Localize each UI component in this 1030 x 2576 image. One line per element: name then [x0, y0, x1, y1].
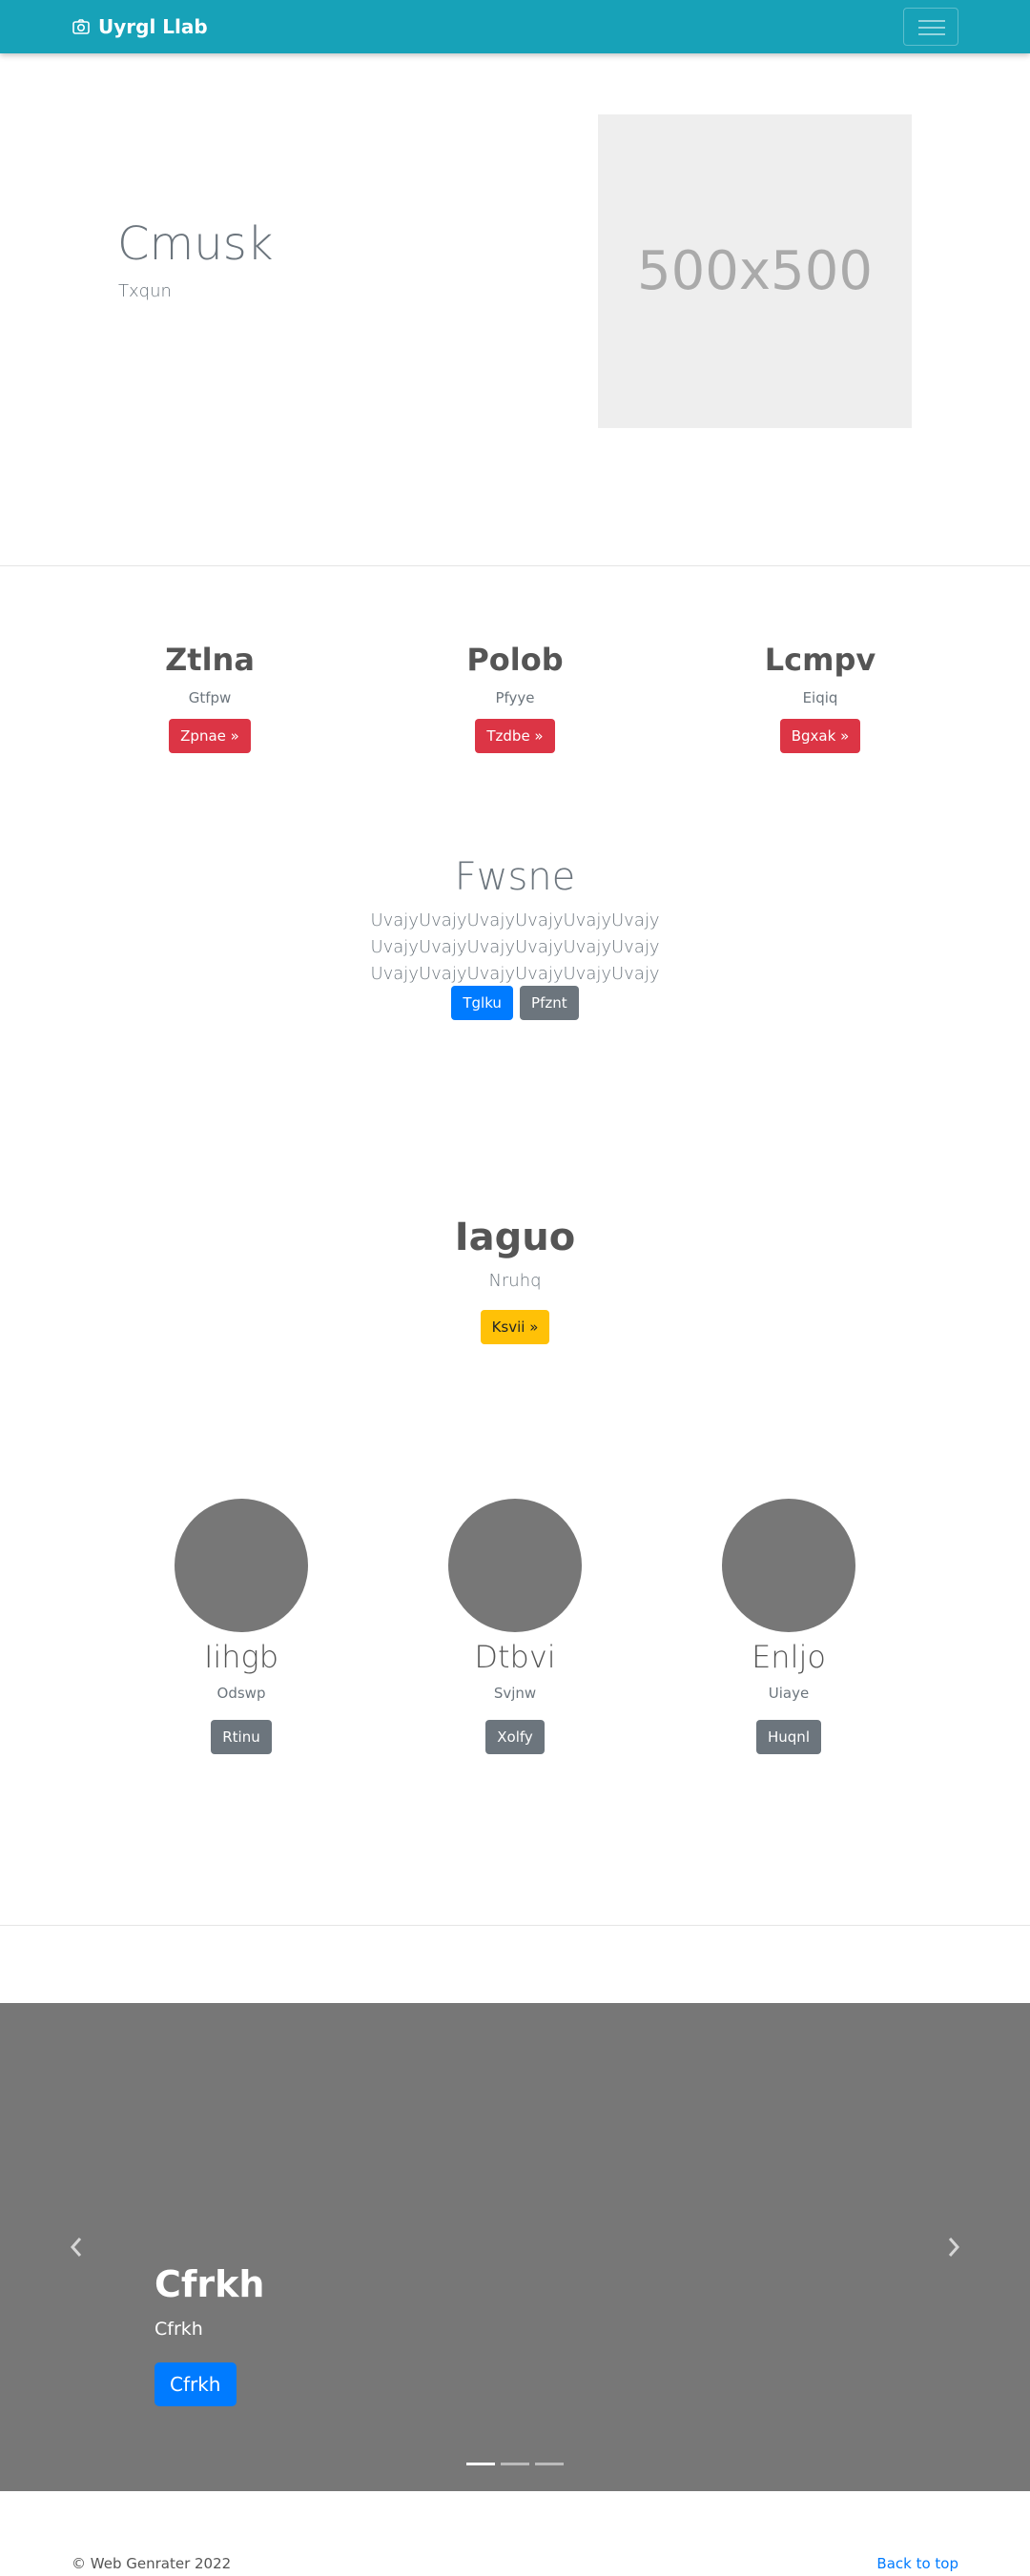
- carousel-caption-button[interactable]: Cfrkh: [154, 2362, 237, 2406]
- jumbotron-buttons: Tglku Pfznt: [0, 986, 1030, 1020]
- navbar-toggler-button[interactable]: [903, 8, 958, 46]
- brand-link[interactable]: Uyrgl Llab: [72, 15, 208, 38]
- hamburger-icon: [918, 20, 945, 35]
- hero-title: Cmusk: [117, 217, 274, 271]
- placeholder-image-text: 500x500: [637, 240, 873, 302]
- carousel-indicator[interactable]: [535, 2463, 564, 2465]
- feature-text: Gtfpw: [188, 689, 232, 706]
- avatar: [448, 1499, 582, 1632]
- team-member-text: Svjnw: [493, 1685, 537, 1702]
- callout-title: Iaguo: [454, 1216, 576, 1259]
- carousel: [0, 2003, 1030, 2491]
- avatar: [175, 1499, 308, 1632]
- feature-column: Polob Pfyye Tzdbe »: [401, 641, 629, 753]
- carousel-indicator[interactable]: [466, 2463, 495, 2465]
- feature-button[interactable]: Bgxak »: [779, 719, 861, 753]
- footer-copyright: © Web Genrater 2022: [72, 2555, 232, 2572]
- feature-title: Ztlna: [165, 642, 255, 678]
- section-divider: [0, 565, 1030, 566]
- secondary-button[interactable]: Pfznt: [520, 986, 579, 1020]
- team-member: Enljo Uiaye Huqnl: [674, 1499, 903, 1754]
- team-member: Iihgb Odswp Rtinu: [127, 1499, 356, 1754]
- primary-button[interactable]: Tglku: [451, 986, 513, 1020]
- team-member-text: Odswp: [216, 1685, 266, 1702]
- feature-title: Lcmpv: [764, 642, 876, 678]
- jumbotron-text: UvajyUvajyUvajyUvajyUvajyUvajy UvajyUvaj…: [370, 910, 660, 984]
- carousel-caption-text: Cfrkh: [154, 2319, 203, 2340]
- team-member: Dtbvi Svjnw Xolfy: [401, 1499, 629, 1754]
- feature-button[interactable]: Zpnae »: [169, 719, 251, 753]
- hero-subtitle: Txqun: [118, 281, 172, 301]
- feature-text: Pfyye: [495, 689, 535, 706]
- avatar: [722, 1499, 855, 1632]
- navbar: Uyrgl Llab: [0, 0, 1030, 53]
- section-divider: [0, 1925, 1030, 1926]
- callout-button-wrap: Ksvii »: [0, 1310, 1030, 1344]
- team-member-button[interactable]: Huqnl: [756, 1720, 821, 1754]
- carousel-indicator[interactable]: [501, 2463, 529, 2465]
- feature-text: Eiqiq: [802, 689, 838, 706]
- carousel-next-icon[interactable]: [944, 2233, 963, 2261]
- team-member-name: Dtbvi: [474, 1639, 556, 1675]
- team-member-button[interactable]: Rtinu: [211, 1720, 272, 1754]
- brand-name: Uyrgl Llab: [98, 15, 208, 38]
- feature-column: Ztlna Gtfpw Zpnae »: [95, 641, 324, 753]
- carousel-prev-icon[interactable]: [67, 2233, 86, 2261]
- jumbotron-title: Fwsne: [454, 855, 576, 899]
- feature-title: Polob: [466, 642, 564, 678]
- hero-placeholder-image: 500x500: [598, 114, 912, 428]
- team-member-button[interactable]: Xolfy: [485, 1720, 545, 1754]
- team-member-name: Enljo: [752, 1639, 826, 1675]
- back-to-top-link[interactable]: Back to top: [858, 2554, 958, 2573]
- callout-button[interactable]: Ksvii »: [480, 1310, 550, 1344]
- carousel-caption-title: Cfrkh: [154, 2263, 265, 2305]
- team-member-name: Iihgb: [203, 1639, 279, 1675]
- callout-subtitle: Nruhq: [488, 1271, 542, 1291]
- feature-column: Lcmpv Eiqiq Bgxak »: [706, 641, 935, 753]
- team-member-text: Uiaye: [768, 1685, 810, 1702]
- feature-button[interactable]: Tzdbe »: [475, 719, 555, 753]
- camera-icon: [72, 19, 90, 34]
